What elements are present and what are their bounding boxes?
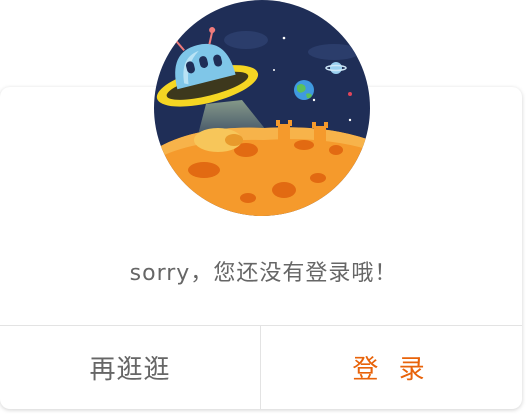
page: sorry，您还没有登录哦！ 再逛逛 登 录: [0, 0, 527, 414]
ufo-planet-illustration: [154, 0, 370, 216]
browse-more-button[interactable]: 再逛逛: [0, 326, 260, 409]
login-required-message: sorry，您还没有登录哦！: [129, 261, 398, 286]
login-button[interactable]: 登 录: [261, 326, 522, 409]
